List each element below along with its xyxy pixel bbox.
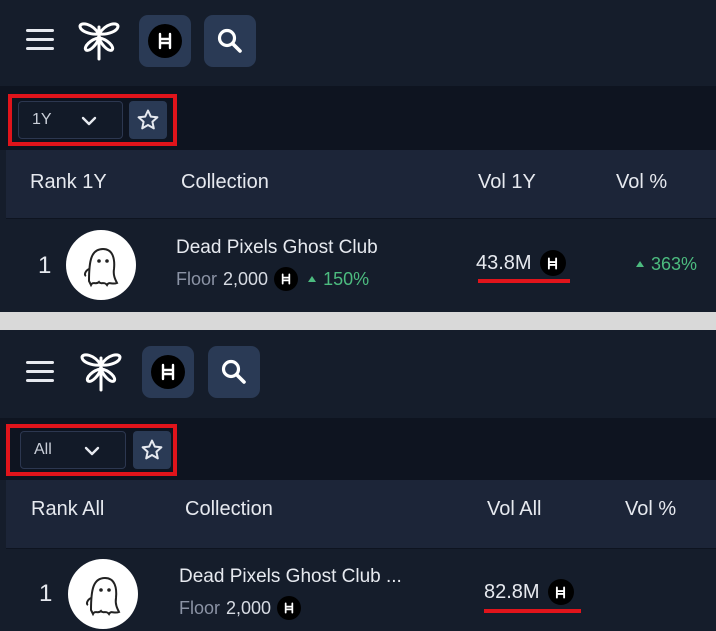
star-outline-icon bbox=[137, 109, 159, 130]
column-header-volume-pct[interactable]: Vol % bbox=[625, 498, 676, 521]
column-header-volume-pct[interactable]: Vol % bbox=[616, 171, 667, 194]
rank-value: 1 bbox=[39, 580, 53, 607]
hamburger-menu-icon[interactable] bbox=[26, 29, 54, 51]
hbar-network-button[interactable] bbox=[139, 15, 191, 67]
period-select[interactable]: All bbox=[20, 431, 126, 469]
table-row[interactable]: 1 Dead Pixels Ghost Club Floor 2,000 150… bbox=[6, 218, 716, 312]
hamburger-menu-icon[interactable] bbox=[26, 361, 54, 383]
dragonfly-logo-icon[interactable] bbox=[78, 348, 124, 394]
filter-bar: 1Y bbox=[0, 86, 716, 150]
highlight-underline bbox=[478, 279, 570, 283]
floor-info: Floor 2,000 bbox=[179, 596, 302, 620]
column-header-collection: Collection bbox=[185, 498, 273, 520]
column-header-collection: Collection bbox=[181, 171, 269, 193]
triangle-up-icon bbox=[308, 275, 317, 282]
dragonfly-logo-icon[interactable] bbox=[76, 17, 122, 63]
column-header-rank[interactable]: Rank 1Y bbox=[30, 171, 107, 194]
favorite-star-button[interactable] bbox=[133, 431, 171, 469]
magnifier-search-icon bbox=[217, 28, 242, 53]
volume-value: 43.8M bbox=[476, 250, 566, 276]
period-select-value: 1Y bbox=[32, 111, 52, 128]
period-select-value: All bbox=[34, 441, 52, 458]
triangle-up-icon bbox=[636, 261, 644, 267]
volume-pct: 363% bbox=[636, 254, 697, 275]
column-header-volume[interactable]: Vol 1Y bbox=[478, 171, 536, 194]
floor-value: 2,000 bbox=[226, 597, 272, 618]
chevron-down-icon bbox=[81, 116, 97, 126]
table-row[interactable]: 1 Dead Pixels Ghost Club ... Floor 2,000… bbox=[6, 548, 716, 631]
hbar-currency-icon bbox=[539, 250, 566, 276]
rank-value: 1 bbox=[38, 252, 52, 279]
search-button[interactable] bbox=[208, 346, 260, 398]
favorite-star-button[interactable] bbox=[129, 101, 167, 139]
collection-name[interactable]: Dead Pixels Ghost Club ... bbox=[179, 566, 402, 588]
table-header: Rank 1Y Collection Vol 1Y Vol % bbox=[6, 150, 716, 218]
star-outline-icon bbox=[141, 439, 163, 460]
magnifier-search-icon bbox=[221, 359, 246, 384]
hbar-currency-icon bbox=[151, 355, 185, 389]
navbar bbox=[0, 330, 716, 418]
floor-change: 150% bbox=[308, 269, 369, 290]
chevron-down-icon bbox=[84, 446, 100, 456]
floor-label: Floor bbox=[176, 268, 218, 289]
floor-label: Floor bbox=[179, 597, 221, 618]
period-select[interactable]: 1Y bbox=[18, 101, 123, 139]
column-header-rank[interactable]: Rank All bbox=[31, 498, 104, 521]
ghost-avatar-icon[interactable] bbox=[68, 559, 138, 629]
search-button[interactable] bbox=[204, 15, 256, 67]
ghost-avatar-icon[interactable] bbox=[66, 230, 136, 300]
hbar-network-button[interactable] bbox=[142, 346, 194, 398]
volume-value: 82.8M bbox=[484, 579, 574, 605]
highlight-underline bbox=[484, 609, 581, 613]
floor-value: 2,000 bbox=[223, 268, 269, 289]
collection-name[interactable]: Dead Pixels Ghost Club bbox=[176, 237, 378, 259]
hbar-currency-icon bbox=[547, 579, 574, 605]
column-header-volume[interactable]: Vol All bbox=[487, 498, 541, 521]
screenshot-panel-all: All Rank All Collection Vol All Vol % 1 … bbox=[0, 330, 716, 631]
hbar-currency-icon bbox=[277, 596, 302, 620]
table-header: Rank All Collection Vol All Vol % bbox=[6, 480, 716, 548]
filter-bar: All bbox=[0, 418, 716, 480]
floor-info: Floor 2,000 150% bbox=[176, 267, 369, 291]
navbar bbox=[0, 0, 716, 86]
hbar-currency-icon bbox=[274, 267, 299, 291]
screenshot-panel-1y: 1Y Rank 1Y Collection Vol 1Y Vol % 1 Dea… bbox=[0, 0, 716, 312]
hbar-currency-icon bbox=[148, 24, 182, 58]
